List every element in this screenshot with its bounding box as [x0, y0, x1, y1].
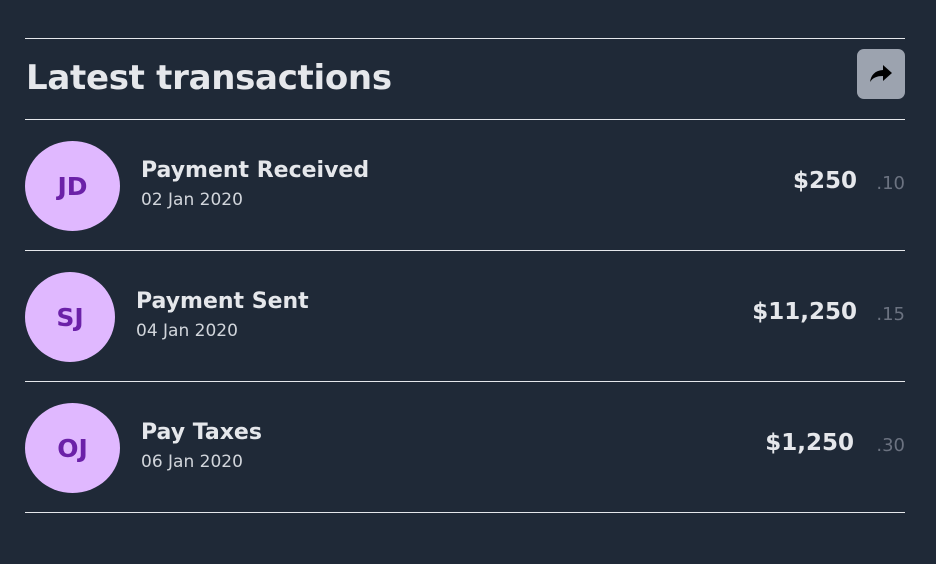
panel-header: Latest transactions	[25, 39, 905, 119]
transaction-date: 06 Jan 2020	[141, 452, 243, 472]
transaction-title: Payment Sent	[136, 289, 309, 314]
transaction-cents: .30	[876, 435, 905, 456]
divider	[25, 512, 905, 513]
avatar: JD	[25, 141, 120, 231]
transaction-amount: $11,250	[752, 299, 857, 325]
avatar: SJ	[25, 272, 115, 362]
transaction-info: Payment Sent 04 Jan 2020	[136, 288, 309, 343]
transaction-cents: .15	[876, 304, 905, 325]
transaction-amount: $250	[792, 168, 857, 194]
transaction-title: Payment Received	[141, 158, 370, 183]
share-button[interactable]	[857, 49, 905, 99]
share-arrow-icon	[870, 65, 892, 82]
transaction-row[interactable]: OJ Pay Taxes 06 Jan 2020 $1,250 .30	[25, 382, 905, 512]
transaction-info: Pay Taxes 06 Jan 2020	[141, 419, 262, 474]
transaction-date: 02 Jan 2020	[141, 190, 243, 210]
transaction-cents: .10	[876, 173, 905, 194]
avatar: OJ	[25, 403, 120, 493]
transaction-amount: $1,250	[765, 430, 854, 456]
transaction-row[interactable]: SJ Payment Sent 04 Jan 2020 $11,250 .15	[25, 251, 905, 381]
transaction-date: 04 Jan 2020	[136, 321, 238, 341]
transaction-row[interactable]: JD Payment Received 02 Jan 2020 $250 .10	[25, 120, 905, 250]
transactions-panel: Latest transactions JD Payment Received …	[25, 38, 905, 513]
panel-title: Latest transactions	[26, 58, 392, 98]
transaction-info: Payment Received 02 Jan 2020	[141, 157, 369, 212]
transaction-title: Pay Taxes	[141, 420, 262, 445]
